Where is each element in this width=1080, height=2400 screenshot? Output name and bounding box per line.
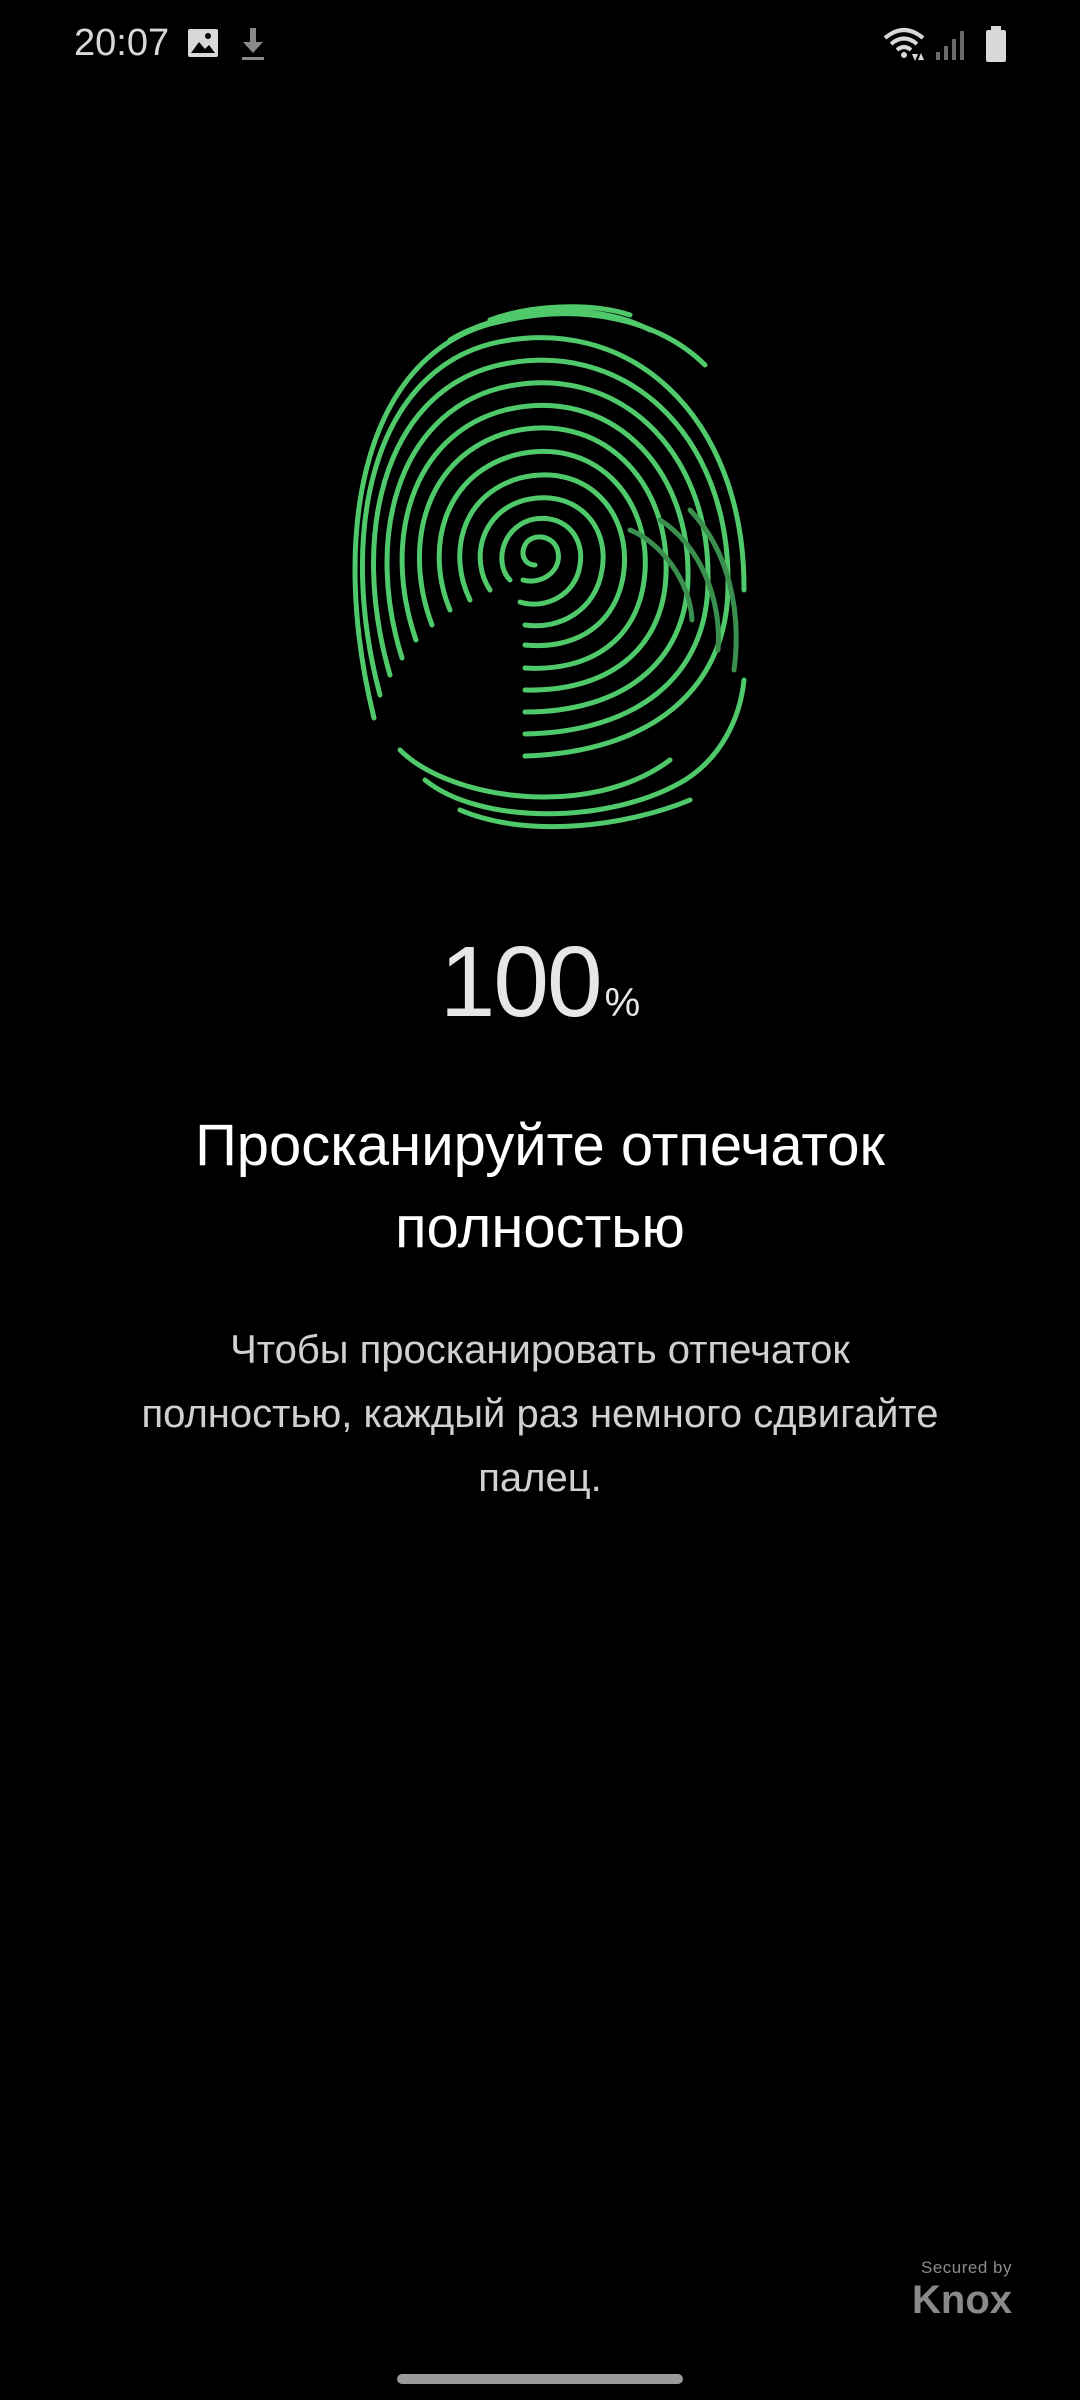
progress-unit: % bbox=[604, 981, 641, 1025]
description-line-1: Чтобы просканировать отпечаток bbox=[230, 1328, 850, 1372]
download-icon bbox=[238, 26, 268, 67]
description-line-2: полностью, каждый раз немного сдвигайте bbox=[141, 1392, 939, 1436]
page-title: Просканируйте отпечаток полностью bbox=[100, 1105, 980, 1269]
navigation-handle[interactable] bbox=[397, 2374, 683, 2384]
progress-readout: 100% bbox=[0, 925, 1080, 1040]
title-line-2: полностью bbox=[395, 1195, 685, 1260]
wifi-icon bbox=[882, 24, 926, 69]
status-time: 20:07 bbox=[74, 22, 170, 64]
progress-value: 100 bbox=[439, 926, 603, 1038]
knox-secured-by: Secured by bbox=[921, 2258, 1012, 2277]
knox-logo: Knox bbox=[912, 2278, 1012, 2322]
image-icon bbox=[186, 26, 220, 65]
title-line-1: Просканируйте отпечаток bbox=[195, 1113, 885, 1178]
status-bar: 20:07 bbox=[0, 0, 1080, 90]
instruction-text: Чтобы просканировать отпечаток полностью… bbox=[60, 1318, 1020, 1510]
battery-icon bbox=[984, 24, 1008, 69]
description-line-3: палец. bbox=[478, 1456, 602, 1500]
knox-badge: Secured by Knox bbox=[912, 2258, 1012, 2320]
signal-icon bbox=[934, 26, 968, 67]
fingerprint-icon bbox=[330, 280, 750, 840]
